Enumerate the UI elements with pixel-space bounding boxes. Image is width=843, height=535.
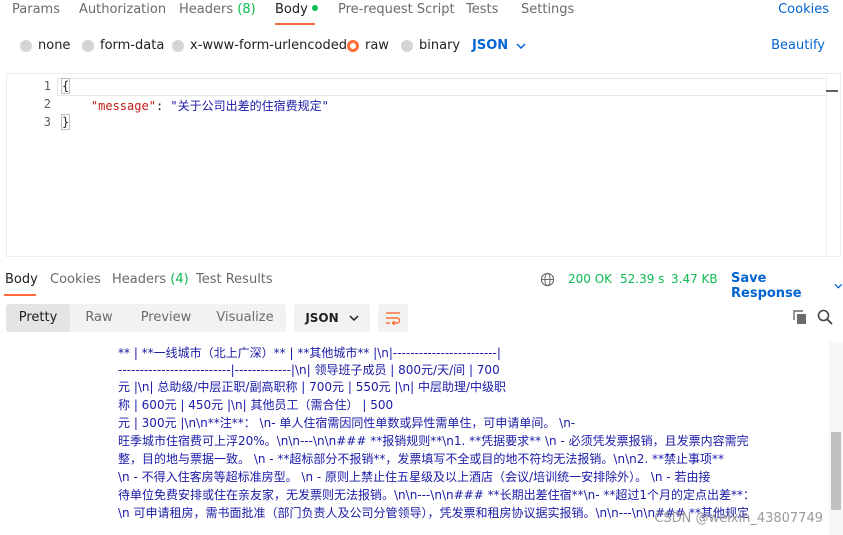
response-tab-body[interactable]: Body	[5, 272, 38, 287]
wrap-lines-icon	[386, 312, 401, 325]
radio-binary-circle[interactable]	[401, 39, 413, 52]
response-line: ** | **一线城市（北上广深）** | **其他城市** |\n|-----…	[118, 346, 501, 360]
body-type-selector: none form-data x-www-form-urlencoded raw…	[0, 34, 843, 58]
chevron-down-icon	[834, 283, 843, 289]
response-tab-headers[interactable]: Headers (4)	[112, 272, 189, 287]
tab-body-label: Body	[275, 2, 308, 17]
chevron-down-icon	[516, 42, 526, 49]
response-line: 元 | 300元 |\n\n**注**： \n- 单人住宿需因同性单数或异性需单…	[118, 416, 576, 430]
response-body-viewer[interactable]: ** | **一线城市（北上广深）** | **其他城市** |\n|-----…	[0, 342, 843, 535]
radio-binary[interactable]: binary	[401, 38, 460, 53]
editor-scrollbar[interactable]	[826, 74, 840, 256]
open-brace: {	[60, 78, 71, 94]
json-key: "message"	[90, 99, 156, 113]
response-format-value: JSON	[305, 311, 339, 325]
response-format-dropdown[interactable]: JSON	[294, 304, 370, 332]
radio-raw-label: raw	[365, 38, 389, 53]
tab-body[interactable]: Body	[275, 2, 318, 17]
response-line: 旺季城市住宿费可上浮20%。\n\n---\n\n### **报销规则**\n1…	[118, 434, 749, 448]
current-line-highlight	[57, 78, 827, 96]
response-line: 待单位免费安排或住在亲友家，无发票则无法报销。\n\n---\n\n### **…	[118, 488, 755, 502]
close-brace: }	[60, 114, 71, 130]
line-number: 2	[43, 97, 51, 111]
modified-dot-icon	[311, 5, 318, 11]
radio-x-www-form-urlencoded[interactable]: x-www-form-urlencoded	[172, 38, 347, 53]
response-view-modes: Pretty Raw Preview Visualize	[6, 304, 286, 332]
tab-headers[interactable]: Headers (8)	[179, 2, 256, 17]
response-size[interactable]: 3.47 KB	[671, 272, 718, 286]
request-body-editor[interactable]: 1 2 3 { "message": "关于公司出差的住宿费规定" }	[6, 73, 841, 257]
view-raw-button[interactable]: Raw	[72, 304, 126, 332]
json-value: "关于公司出差的住宿费规定"	[170, 99, 329, 113]
search-icon[interactable]	[817, 309, 833, 325]
tab-headers-label: Headers	[179, 2, 234, 17]
response-line: 元 |\n| 总助级/中层正职/副高职称 | 700元 | 550元 |\n| …	[118, 380, 507, 394]
response-tab-headers-count: (4)	[170, 272, 189, 287]
save-response-button[interactable]: Save Response	[731, 271, 843, 301]
line-number: 1	[43, 79, 51, 93]
json-colon: :	[155, 99, 171, 113]
beautify-button[interactable]: Beautify	[771, 38, 825, 53]
view-visualize-button[interactable]: Visualize	[206, 304, 284, 332]
radio-form-data-label: form-data	[100, 38, 165, 53]
save-response-label: Save Response	[731, 271, 802, 301]
cookies-link[interactable]: Cookies	[778, 2, 829, 17]
request-tabs: Params Authorization Headers (8) Body Pr…	[0, 0, 843, 24]
response-time[interactable]: 52.39 s	[620, 272, 664, 286]
tab-headers-count: (8)	[237, 2, 256, 17]
response-line: 称 | 600元 | 450元 |\n| 其他员工（需合住） | 500	[118, 398, 394, 412]
line-number-gutter: 1 2 3	[7, 74, 57, 256]
overview-ruler-mark	[826, 90, 838, 92]
wrap-lines-button[interactable]	[378, 304, 408, 332]
view-preview-button[interactable]: Preview	[130, 304, 202, 332]
response-line: --------------------------|-------------…	[118, 363, 500, 377]
radio-none[interactable]: none	[20, 38, 70, 53]
watermark: CSDN @weixin_43807749	[654, 511, 823, 526]
radio-binary-label: binary	[419, 38, 461, 53]
raw-language-dropdown[interactable]: JSON	[472, 38, 526, 53]
response-scrollbar-thumb[interactable]	[831, 432, 841, 510]
radio-none-circle[interactable]	[20, 39, 32, 52]
active-tab-indicator	[275, 23, 315, 25]
radio-form-data-circle[interactable]	[82, 39, 94, 52]
radio-none-label: none	[38, 38, 71, 53]
response-active-tab-indicator	[4, 294, 36, 296]
response-line: \n - 不得入住客房等超标准房型。 \n - 原则上禁止住五星级及以上酒店（会…	[118, 470, 711, 484]
code-line-2: "message": "关于公司出差的住宿费规定"	[62, 97, 329, 114]
tab-settings[interactable]: Settings	[521, 2, 574, 17]
copy-icon[interactable]	[792, 309, 808, 325]
view-pretty-button[interactable]: Pretty	[6, 304, 70, 332]
radio-urlencoded-circle[interactable]	[172, 39, 184, 52]
code-line-1: {	[60, 78, 71, 94]
response-tab-headers-label: Headers	[112, 272, 167, 287]
code-line-3: }	[60, 114, 71, 130]
radio-form-data[interactable]: form-data	[82, 38, 164, 53]
radio-raw-circle[interactable]	[347, 39, 359, 52]
status-code[interactable]: 200 OK	[568, 272, 612, 286]
response-line: 整，目的地与票据一致。 \n - **超标部分不报销**，发票填写不全或目的地不…	[118, 452, 724, 466]
tab-authorization[interactable]: Authorization	[79, 2, 166, 17]
chevron-down-icon	[349, 315, 359, 321]
response-tab-cookies[interactable]: Cookies	[50, 272, 101, 287]
globe-icon[interactable]	[540, 272, 555, 287]
radio-urlencoded-label: x-www-form-urlencoded	[190, 38, 348, 53]
tab-tests[interactable]: Tests	[466, 2, 498, 17]
line-number: 3	[43, 115, 51, 129]
response-tab-test-results[interactable]: Test Results	[196, 272, 273, 287]
tab-params[interactable]: Params	[12, 2, 60, 17]
raw-language-value: JSON	[472, 38, 509, 53]
tab-pre-request-script[interactable]: Pre-request Script	[338, 2, 455, 17]
radio-raw[interactable]: raw	[347, 38, 389, 53]
